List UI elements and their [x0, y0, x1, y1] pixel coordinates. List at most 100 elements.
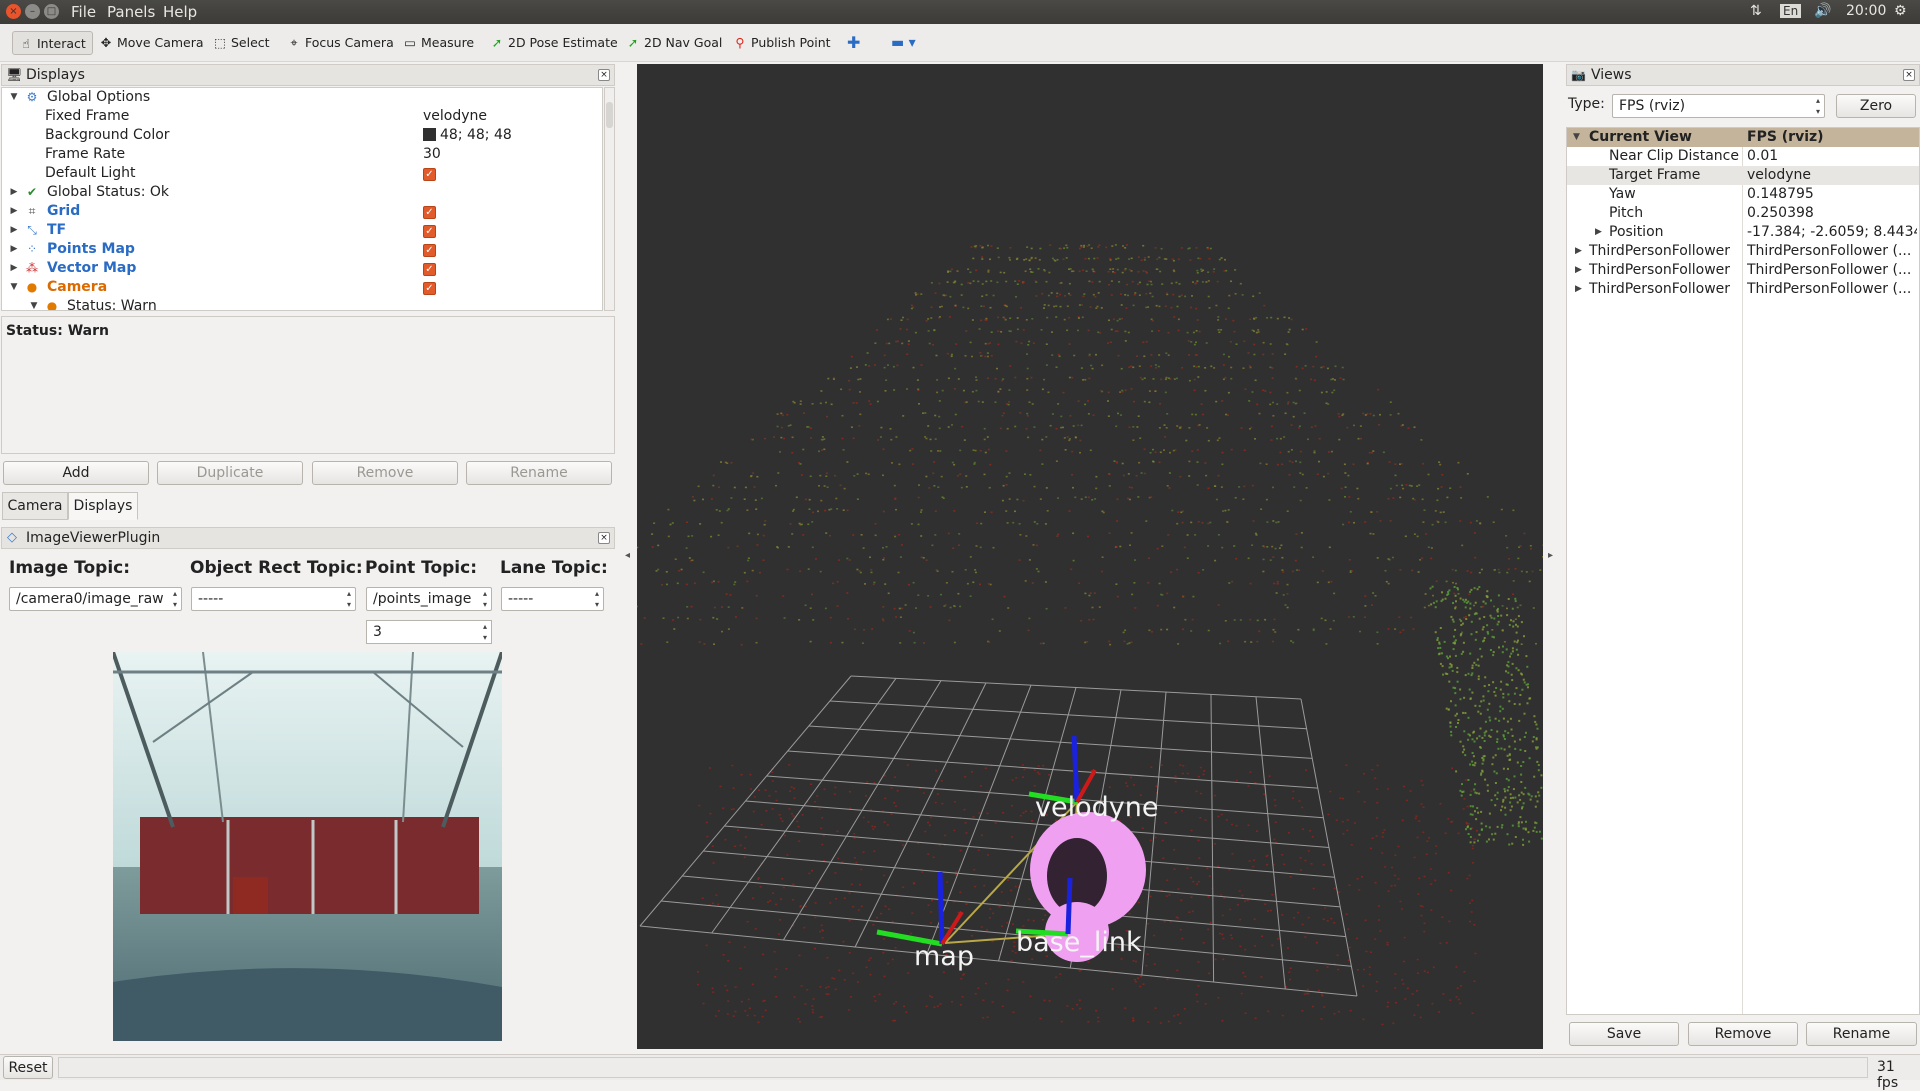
views-row-third-person-3[interactable]: ▶ThirdPersonFollowerThirdPersonFollower … [1567, 280, 1919, 299]
view-type-select[interactable]: FPS (rviz)▴▾ [1612, 94, 1825, 118]
clock[interactable]: 20:00 [1846, 3, 1886, 19]
collapse-arrow-icon[interactable]: ▼ [28, 297, 40, 311]
status-text-area [58, 1057, 1868, 1078]
volume-icon[interactable]: 🔊 [1814, 3, 1831, 19]
publish-point-tool[interactable]: ⚲Publish Point [733, 31, 831, 55]
spinner-arrows-icon: ▴▾ [347, 588, 351, 610]
focus-camera-tool[interactable]: ⌖Focus Camera [287, 31, 394, 55]
tree-row-tf[interactable]: ▶⤡TF✓ [2, 221, 602, 240]
splitter-left-arrow-icon[interactable]: ◂ [625, 550, 630, 561]
tf-label-velodyne: velodyne [1035, 792, 1158, 823]
tool-bar: ☝Interact ✥Move Camera ⬚Select ⌖Focus Ca… [0, 24, 1920, 62]
rect-topic-label: Object Rect Topic: [190, 558, 363, 578]
duplicate-display-button[interactable]: Duplicate [157, 461, 303, 485]
checkbox-checked-icon[interactable]: ✓ [423, 225, 436, 238]
reset-button[interactable]: Reset [3, 1056, 53, 1079]
bottom-status-bar: Reset 31 fps [0, 1054, 1920, 1080]
views-row-yaw[interactable]: Yaw0.148795 [1567, 185, 1919, 204]
checkbox-checked-icon[interactable]: ✓ [423, 206, 436, 219]
expand-arrow-icon[interactable]: ▶ [8, 240, 20, 259]
move-camera-tool[interactable]: ✥Move Camera [99, 31, 204, 55]
select-tool[interactable]: ⬚Select [213, 31, 270, 55]
displays-panel-header: 🖥 Displays × [1, 64, 615, 86]
rename-display-button[interactable]: Rename [466, 461, 612, 485]
menu-help[interactable]: Help [163, 3, 197, 21]
splitter-right-arrow-icon[interactable]: ▸ [1548, 550, 1553, 561]
views-row-target-frame[interactable]: Target Framevelodyne [1567, 166, 1919, 185]
close-panel-icon[interactable]: × [598, 69, 610, 81]
expand-arrow-icon[interactable]: ▶ [8, 183, 20, 202]
minimize-window-icon[interactable]: – [25, 4, 40, 19]
zero-view-button[interactable]: Zero [1836, 94, 1916, 118]
crosshair-icon: ⌖ [287, 31, 301, 55]
point-topic-select[interactable]: /points_image▴▾ [366, 587, 492, 611]
lane-topic-select[interactable]: -----▴▾ [501, 587, 604, 611]
collapse-arrow-icon[interactable]: ▼ [8, 88, 20, 107]
rect-topic-select[interactable]: -----▴▾ [191, 587, 356, 611]
remove-view-button[interactable]: Remove [1688, 1022, 1798, 1046]
tree-row-status-warn[interactable]: ▼●Status: Warn [2, 297, 602, 311]
displays-scrollbar[interactable] [604, 87, 615, 311]
spinner-arrows-icon: ▴▾ [483, 621, 487, 643]
add-tool-icon[interactable]: ✚ [847, 31, 860, 55]
network-icon[interactable]: ⇅ [1750, 3, 1762, 19]
tree-row-global-status[interactable]: ▶✔Global Status: Ok [2, 183, 602, 202]
camera-image [113, 652, 502, 1041]
tree-row-background-color[interactable]: Background Color48; 48; 48 [2, 126, 602, 145]
close-panel-icon[interactable]: × [1903, 69, 1915, 81]
tab-displays[interactable]: Displays [68, 492, 138, 520]
checkbox-checked-icon[interactable]: ✓ [423, 263, 436, 276]
point-size-spinbox[interactable]: 3▴▾ [366, 620, 492, 644]
views-row-near-clip[interactable]: Near Clip Distance0.01 [1567, 147, 1919, 166]
interact-tool[interactable]: ☝Interact [12, 31, 93, 55]
expand-arrow-icon[interactable]: ▶ [1575, 261, 1582, 280]
add-display-button[interactable]: Add [3, 461, 149, 485]
nav-goal-tool[interactable]: ➚2D Nav Goal [626, 31, 722, 55]
top-menu-bar: × – □ File Panels Help ⇅ En 🔊 20:00 ⚙ [0, 0, 1920, 24]
views-row-current-view[interactable]: ▼Current ViewFPS (rviz) [1567, 128, 1919, 147]
expand-arrow-icon[interactable]: ▶ [8, 221, 20, 240]
tree-row-global-options[interactable]: ▼⚙Global Options [2, 88, 602, 107]
tree-row-frame-rate[interactable]: Frame Rate30 [2, 145, 602, 164]
views-row-position[interactable]: ▶Position-17.384; -2.6059; 8.4434 [1567, 223, 1919, 242]
render-3d-view[interactable]: velodyne map base_link [637, 64, 1543, 1049]
expand-arrow-icon[interactable]: ▶ [1575, 242, 1582, 261]
expand-arrow-icon[interactable]: ▶ [1575, 280, 1582, 299]
displays-tree: ▼⚙Global Options Fixed Framevelodyne Bac… [1, 87, 603, 311]
close-panel-icon[interactable]: × [598, 532, 610, 544]
checkbox-checked-icon[interactable]: ✓ [423, 168, 436, 181]
rename-view-button[interactable]: Rename [1806, 1022, 1917, 1046]
tree-row-camera[interactable]: ▼●Camera✓ [2, 278, 602, 297]
maximize-window-icon[interactable]: □ [44, 4, 59, 19]
collapse-arrow-icon[interactable]: ▼ [8, 278, 20, 297]
checkbox-checked-icon[interactable]: ✓ [423, 244, 436, 257]
close-window-icon[interactable]: × [6, 4, 21, 19]
views-row-third-person-1[interactable]: ▶ThirdPersonFollowerThirdPersonFollower … [1567, 242, 1919, 261]
tree-row-default-light[interactable]: Default Light✓ [2, 164, 602, 183]
image-topic-select[interactable]: /camera0/image_raw▴▾ [9, 587, 182, 611]
checkbox-checked-icon[interactable]: ✓ [423, 282, 436, 295]
tree-row-fixed-frame[interactable]: Fixed Framevelodyne [2, 107, 602, 126]
views-row-pitch[interactable]: Pitch0.250398 [1567, 204, 1919, 223]
menu-panels[interactable]: Panels [107, 3, 155, 21]
remove-tool-dropdown-icon[interactable]: ▬ ▾ [891, 31, 916, 55]
tree-row-points-map[interactable]: ▶⁘Points Map✓ [2, 240, 602, 259]
expand-arrow-icon[interactable]: ▶ [8, 202, 20, 221]
views-row-third-person-2[interactable]: ▶ThirdPersonFollowerThirdPersonFollower … [1567, 261, 1919, 280]
tab-camera[interactable]: Camera [2, 492, 68, 520]
tree-row-grid[interactable]: ▶⌗Grid✓ [2, 202, 602, 221]
expand-arrow-icon[interactable]: ▶ [8, 259, 20, 278]
expand-arrow-icon[interactable]: ▶ [1595, 223, 1602, 242]
scrollbar-thumb[interactable] [606, 102, 613, 128]
green-arrow-icon: ➚ [626, 31, 640, 55]
tree-row-vector-map[interactable]: ▶⁂Vector Map✓ [2, 259, 602, 278]
save-view-button[interactable]: Save [1569, 1022, 1679, 1046]
measure-tool[interactable]: ▭Measure [403, 31, 474, 55]
ruler-icon: ▭ [403, 31, 417, 55]
collapse-arrow-icon[interactable]: ▼ [1573, 128, 1580, 147]
pose-estimate-tool[interactable]: ➚2D Pose Estimate [490, 31, 618, 55]
keyboard-layout-indicator[interactable]: En [1780, 4, 1801, 18]
system-gear-icon[interactable]: ⚙ [1894, 3, 1907, 19]
remove-display-button[interactable]: Remove [312, 461, 458, 485]
menu-file[interactable]: File [71, 3, 96, 21]
